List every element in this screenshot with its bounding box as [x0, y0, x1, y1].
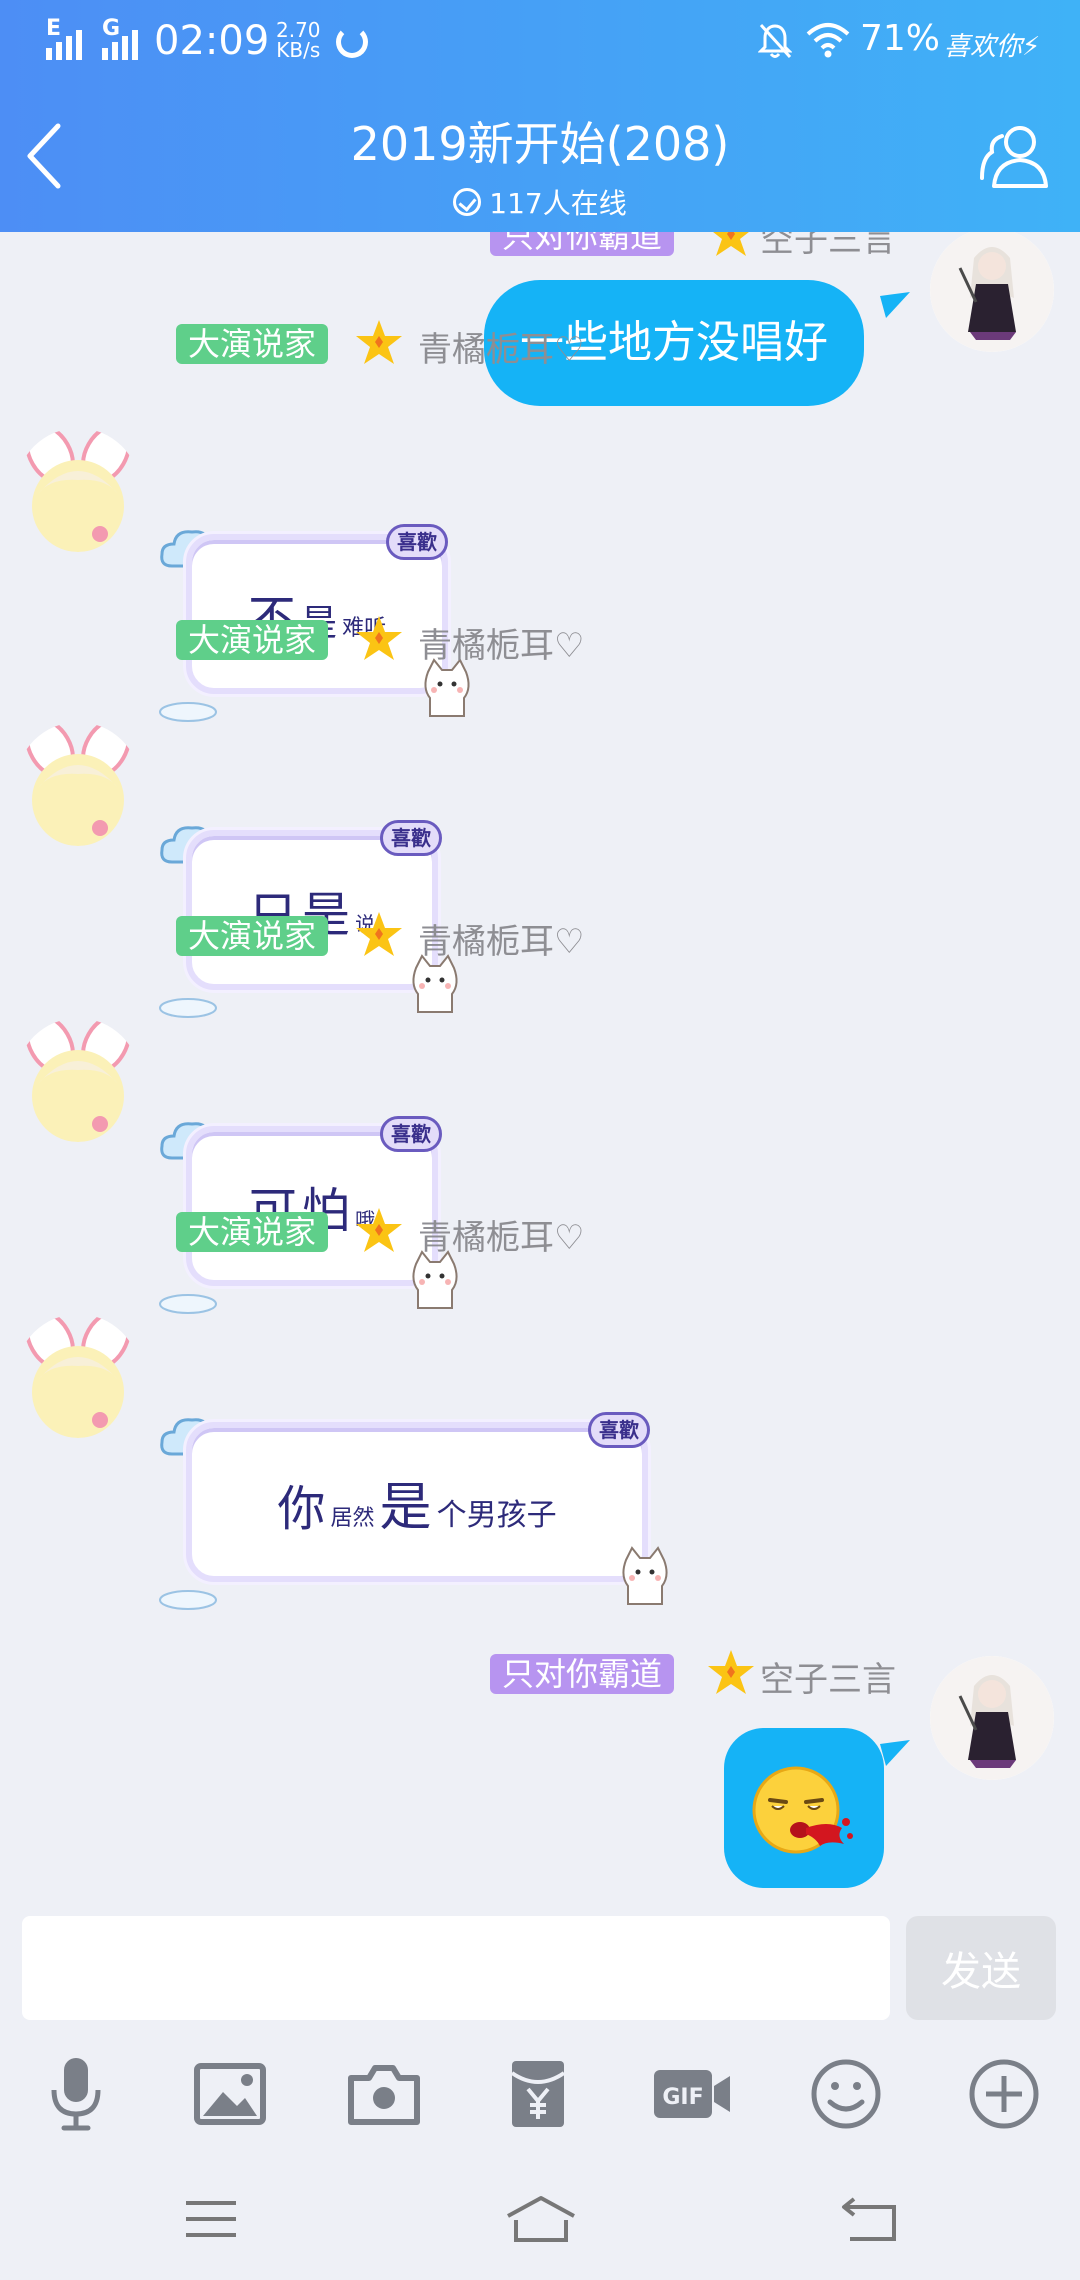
status-bar: E G 02:09 2.70 KB/s 71% 喜欢你⚡ [0, 0, 1080, 88]
speed-value: 2.70 [276, 18, 321, 42]
sticker-word: 你 [277, 1480, 326, 1537]
bubble-tail [880, 292, 910, 318]
back-button[interactable] [18, 116, 78, 196]
input-row: 发送 [0, 1912, 1080, 2030]
gif-icon[interactable]: GIF [642, 2044, 742, 2144]
member-title-badge: 只对你霸道 [490, 232, 675, 256]
status-custom-text: 喜欢你⚡ [944, 32, 1041, 62]
cat-icon [622, 1546, 668, 1605]
level-star-icon [356, 1208, 402, 1252]
message-list[interactable]: 只对你霸道 空子三言 一些地方没唱好 大演说家 青橘栀耳♡ 不 难听 喜歡 大演… [0, 232, 1080, 1912]
microphone-icon[interactable] [26, 2044, 126, 2144]
avatar[interactable] [930, 232, 1054, 352]
cat-icon [424, 658, 470, 717]
sender-name[interactable]: 青橘栀耳♡ [418, 1210, 584, 1259]
network-type-label-2: G [102, 16, 121, 41]
svg-text:GIF: GIF [662, 2085, 703, 2110]
sender-name[interactable]: 青橘栀耳♡ [418, 914, 584, 963]
sticker-card: 你 居然 是 个男孩子 [186, 1422, 648, 1582]
bunny-icon [159, 998, 217, 1018]
level-star-icon [356, 912, 402, 956]
member-title-badge: 只对你霸道 [490, 1654, 675, 1694]
camera-icon[interactable] [334, 2044, 434, 2144]
cat-icon [412, 954, 458, 1013]
member-title-badge: 大演说家 [176, 916, 329, 956]
avatar[interactable] [16, 428, 140, 552]
avatar[interactable] [16, 1018, 140, 1142]
sticker-word: 是 [379, 1477, 432, 1538]
red-packet-icon[interactable] [488, 2044, 588, 2144]
signal-icon-2: G [102, 16, 138, 60]
image-icon[interactable] [180, 2044, 280, 2144]
member-title-badge: 大演说家 [176, 324, 329, 364]
bunny-icon [159, 1590, 217, 1610]
avatar[interactable] [930, 1656, 1054, 1780]
level-star-icon [708, 1650, 754, 1694]
bunny-icon [159, 702, 217, 722]
message-input[interactable] [22, 1916, 890, 2020]
system-nav-bar [0, 2160, 1080, 2280]
chat-header: 2019新开始(208) 117人在线 [240, 108, 840, 222]
spitting-blood-emoji-icon [752, 1766, 853, 1854]
sticker-message[interactable]: 你 居然 是 个男孩子 喜歡 [158, 1412, 678, 1610]
sync-icon [336, 26, 368, 58]
back-nav-icon[interactable] [824, 2184, 914, 2254]
signal-icon-1: E [46, 16, 82, 60]
wifi-icon [806, 23, 850, 58]
member-title-badge: 大演说家 [176, 620, 329, 660]
top-bar: E G 02:09 2.70 KB/s 71% 喜欢你⚡ 2019新开始(208… [0, 0, 1080, 232]
battery-level: 71% [860, 18, 941, 59]
speed-unit: KB/s [276, 38, 321, 62]
menu-icon[interactable] [166, 2184, 256, 2254]
sender-name[interactable]: 青橘栀耳♡ [418, 322, 584, 371]
level-star-icon [713, 232, 749, 256]
sender-name[interactable]: 青橘栀耳♡ [418, 618, 584, 667]
members-button[interactable] [976, 118, 1056, 198]
sticker-tag: 喜歡 [386, 524, 448, 560]
sticker-tag: 喜歡 [380, 1116, 442, 1152]
bubble-tail [880, 1740, 910, 1766]
message-bubble[interactable] [724, 1728, 884, 1888]
group-title: 2019新开始(208) [350, 117, 730, 171]
online-count: 117人在线 [489, 187, 627, 220]
online-check-icon [453, 188, 482, 216]
sender-name[interactable]: 空子三言 [760, 232, 896, 261]
network-speed: 2.70 KB/s [276, 20, 321, 60]
sticker-tag: 喜歡 [380, 820, 442, 856]
emoji-icon[interactable] [796, 2044, 896, 2144]
sticker-word: 居然 [330, 1505, 375, 1531]
network-type-label: E [46, 16, 62, 41]
sender-name[interactable]: 空子三言 [760, 1652, 896, 1701]
avatar[interactable] [16, 1314, 140, 1438]
level-star-icon [356, 320, 402, 364]
send-button[interactable]: 发送 [906, 1916, 1056, 2020]
avatar[interactable] [16, 722, 140, 846]
cat-icon [412, 1250, 458, 1309]
member-title-badge: 大演说家 [176, 1212, 329, 1252]
clock: 02:09 [154, 18, 270, 64]
input-toolbar: GIF [0, 2030, 1080, 2160]
bunny-icon [159, 1294, 217, 1314]
sticker-word: 个男孩子 [436, 1497, 557, 1533]
online-status: 117人在线 [240, 182, 840, 222]
level-star-icon [356, 616, 402, 660]
sticker-text: 你 居然 是 个男孩子 [277, 1465, 556, 1540]
mute-bell-icon [758, 23, 792, 59]
plus-icon[interactable] [954, 2044, 1054, 2144]
home-icon[interactable] [496, 2184, 586, 2254]
sticker-tag: 喜歡 [588, 1412, 650, 1448]
